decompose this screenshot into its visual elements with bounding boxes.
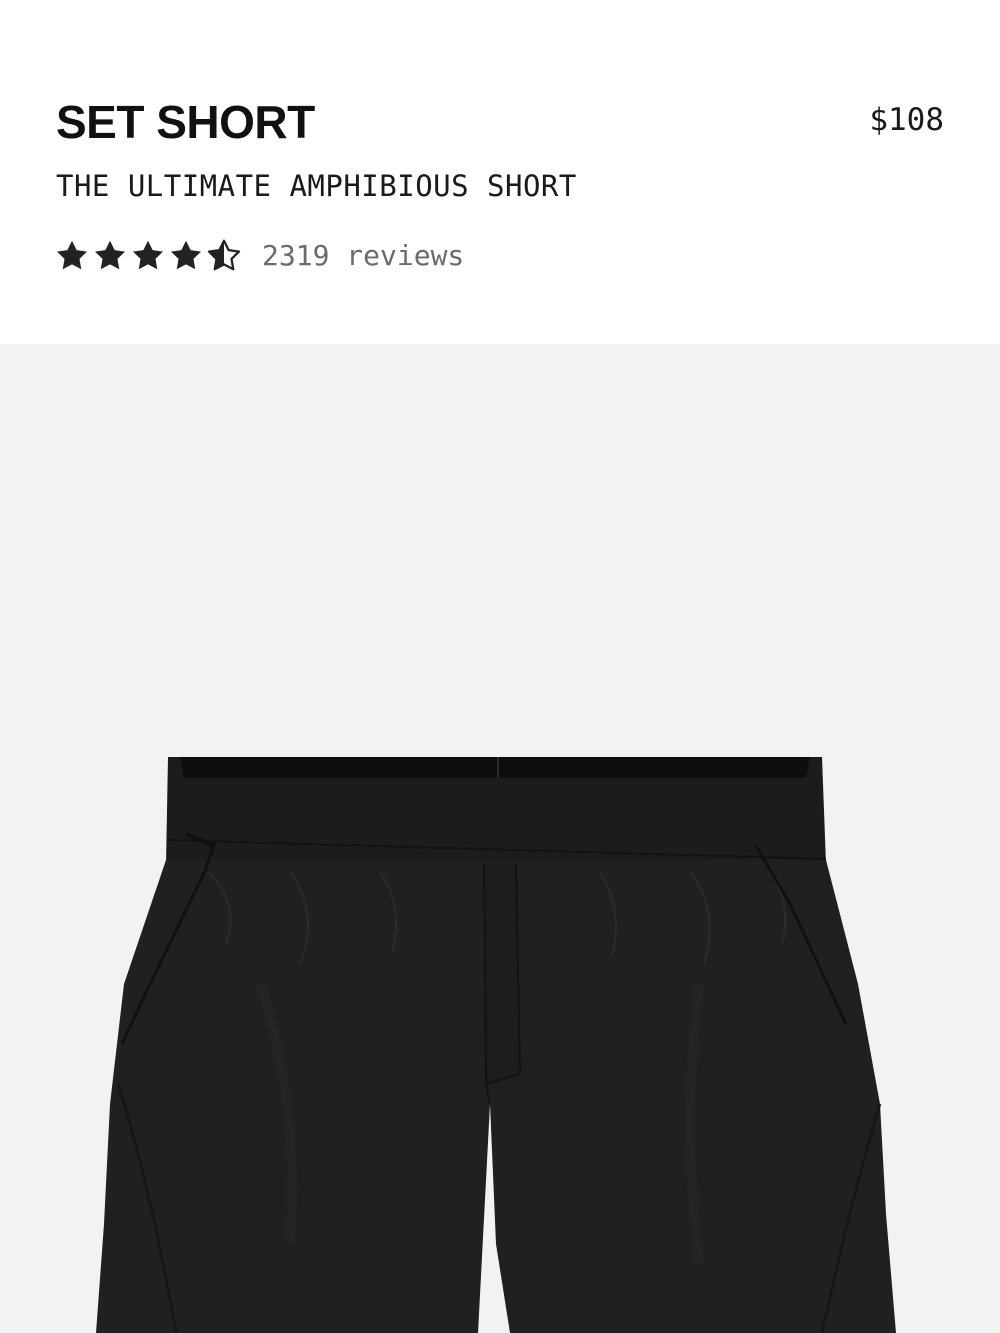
product-title: SET SHORT	[56, 96, 315, 148]
review-count-link[interactable]: 2319 reviews	[262, 236, 464, 276]
product-price: $108	[869, 102, 944, 138]
product-image-container[interactable]	[0, 344, 1000, 1333]
star-icon	[171, 240, 201, 270]
half-star-icon	[207, 239, 241, 271]
star-rating	[54, 238, 242, 274]
star-icon	[133, 240, 163, 270]
star-icon	[57, 240, 87, 270]
product-image	[96, 757, 896, 1333]
product-subtitle: THE ULTIMATE AMPHIBIOUS SHORT	[56, 169, 577, 203]
product-header: SET SHORT $108 THE ULTIMATE AMPHIBIOUS S…	[0, 0, 1000, 344]
rating-summary[interactable]: 2319 reviews	[54, 236, 464, 276]
star-icon	[95, 240, 125, 270]
